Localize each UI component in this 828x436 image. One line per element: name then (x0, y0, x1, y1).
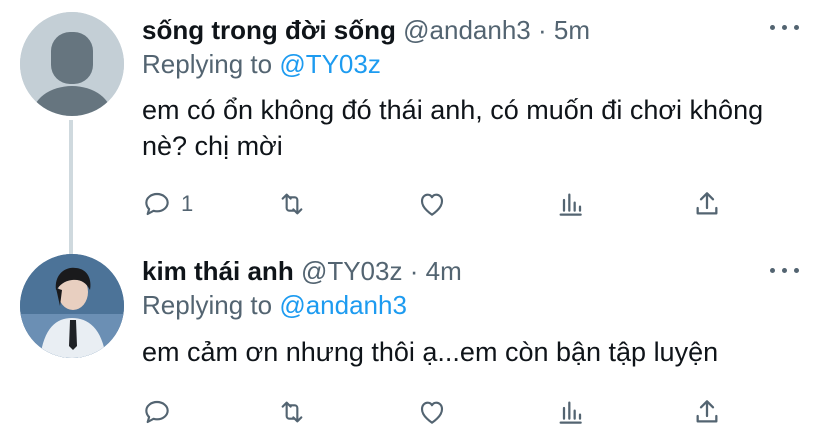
like-icon (420, 401, 444, 424)
profile-photo (20, 254, 124, 358)
more-icon[interactable] (770, 266, 800, 276)
like-button[interactable] (416, 392, 448, 432)
replying-to: Replying to @andanh3 (142, 289, 407, 321)
reply-button[interactable] (141, 392, 181, 432)
handle[interactable]: @andanh3 (403, 15, 531, 45)
action-bar (0, 392, 828, 432)
tweet-2[interactable]: kim thái anh @TY03z · 4m Replying to @an… (0, 244, 828, 436)
analytics-icon (559, 193, 582, 216)
share-button[interactable] (691, 392, 723, 432)
reply-button[interactable]: 1 (141, 184, 193, 224)
like-icon (420, 193, 444, 216)
display-name[interactable]: kim thái anh (142, 256, 294, 286)
mention-link[interactable]: @TY03z (279, 49, 381, 79)
handle[interactable]: @TY03z (301, 256, 403, 286)
like-button[interactable] (416, 184, 448, 224)
replying-label: Replying to (142, 49, 273, 79)
tweet-header: kim thái anh @TY03z · 4m (142, 255, 462, 287)
tweet-text: em cảm ơn nhưng thôi ạ...em còn bận tập … (142, 337, 719, 367)
retweet-button[interactable] (276, 392, 308, 432)
analytics-button[interactable] (554, 184, 586, 224)
mention-link[interactable]: @andanh3 (279, 290, 407, 320)
retweet-icon (281, 193, 303, 215)
more-icon[interactable] (770, 23, 800, 33)
default-avatar-icon (20, 12, 124, 116)
analytics-icon (559, 401, 582, 424)
action-bar: 1 (0, 184, 828, 224)
separator: · (538, 15, 547, 45)
timestamp[interactable]: 5m (554, 15, 590, 45)
share-icon (696, 400, 718, 423)
timestamp[interactable]: 4m (426, 256, 462, 286)
reply-count: 1 (181, 191, 194, 216)
share-button[interactable] (691, 184, 723, 224)
replying-label: Replying to (142, 290, 273, 320)
separator: · (409, 256, 419, 286)
share-icon (696, 192, 718, 215)
avatar[interactable] (20, 12, 124, 116)
reply-icon (145, 192, 169, 216)
display-name[interactable]: sống trong đời sống (142, 15, 396, 45)
tweet-header: sống trong đời sống @andanh3 · 5m (142, 14, 590, 46)
reply-icon (145, 400, 169, 424)
tweet-text: em có ổn không đó thái anh, có muốn đi c… (142, 95, 764, 161)
tweet-1[interactable]: sống trong đời sống @andanh3 · 5m Replyi… (0, 0, 828, 256)
retweet-button[interactable] (276, 184, 308, 224)
replying-to: Replying to @TY03z (142, 48, 381, 80)
avatar[interactable] (20, 254, 124, 358)
analytics-button[interactable] (554, 392, 586, 432)
retweet-icon (281, 401, 303, 423)
